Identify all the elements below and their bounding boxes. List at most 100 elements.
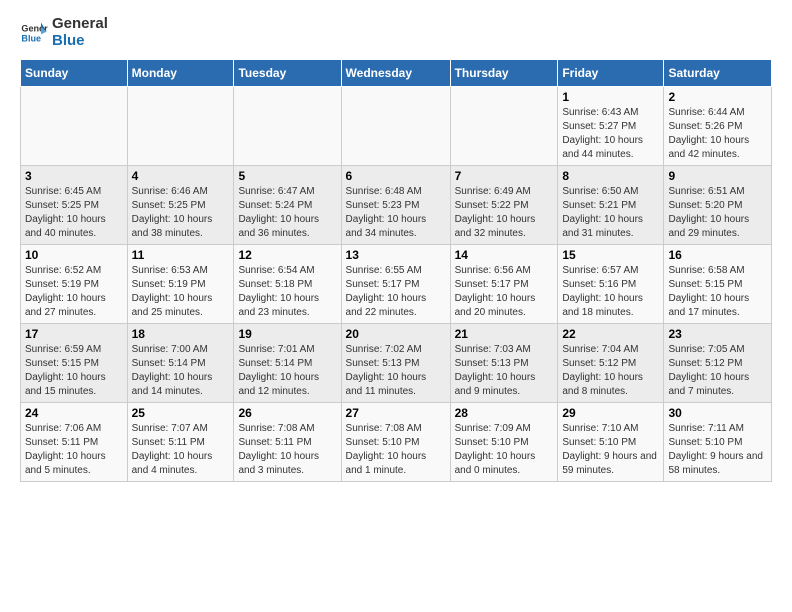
day-number: 27: [346, 406, 446, 420]
day-info: Sunrise: 6:43 AMSunset: 5:27 PMDaylight:…: [562, 106, 659, 162]
day-info: Sunrise: 6:47 AMSunset: 5:24 PMDaylight:…: [238, 185, 336, 241]
day-number: 5: [238, 169, 336, 183]
day-number: 22: [562, 327, 659, 341]
calendar-header-saturday: Saturday: [664, 60, 772, 87]
calendar-cell: 9 Sunrise: 6:51 AMSunset: 5:20 PMDaylight…: [664, 166, 772, 245]
day-info: Sunrise: 7:04 AMSunset: 5:12 PMDaylight:…: [562, 343, 659, 399]
day-number: 18: [132, 327, 230, 341]
calendar-cell: [450, 87, 558, 166]
day-number: 1: [562, 90, 659, 104]
day-info: Sunrise: 7:06 AMSunset: 5:11 PMDaylight:…: [25, 422, 123, 478]
day-info: Sunrise: 7:01 AMSunset: 5:14 PMDaylight:…: [238, 343, 336, 399]
svg-text:Blue: Blue: [21, 33, 41, 43]
day-info: Sunrise: 7:02 AMSunset: 5:13 PMDaylight:…: [346, 343, 446, 399]
day-info: Sunrise: 7:07 AMSunset: 5:11 PMDaylight:…: [132, 422, 230, 478]
calendar-week-row: 1 Sunrise: 6:43 AMSunset: 5:27 PMDaylight…: [21, 87, 772, 166]
day-info: Sunrise: 6:56 AMSunset: 5:17 PMDaylight:…: [455, 264, 554, 320]
calendar-week-row: 17 Sunrise: 6:59 AMSunset: 5:15 PMDayligh…: [21, 324, 772, 403]
day-number: 21: [455, 327, 554, 341]
day-number: 15: [562, 248, 659, 262]
day-info: Sunrise: 6:45 AMSunset: 5:25 PMDaylight:…: [25, 185, 123, 241]
day-info: Sunrise: 6:53 AMSunset: 5:19 PMDaylight:…: [132, 264, 230, 320]
day-number: 9: [668, 169, 767, 183]
calendar-cell: 13 Sunrise: 6:55 AMSunset: 5:17 PMDayligh…: [341, 245, 450, 324]
day-number: 26: [238, 406, 336, 420]
day-number: 2: [668, 90, 767, 104]
calendar-cell: 27 Sunrise: 7:08 AMSunset: 5:10 PMDayligh…: [341, 403, 450, 482]
day-number: 23: [668, 327, 767, 341]
calendar-cell: 18 Sunrise: 7:00 AMSunset: 5:14 PMDayligh…: [127, 324, 234, 403]
calendar-header-friday: Friday: [558, 60, 664, 87]
day-number: 24: [25, 406, 123, 420]
day-info: Sunrise: 6:55 AMSunset: 5:17 PMDaylight:…: [346, 264, 446, 320]
day-number: 17: [25, 327, 123, 341]
logo-icon: General Blue: [20, 19, 48, 47]
logo: General Blue General Blue: [20, 16, 108, 49]
day-info: Sunrise: 6:48 AMSunset: 5:23 PMDaylight:…: [346, 185, 446, 241]
calendar-cell: 1 Sunrise: 6:43 AMSunset: 5:27 PMDaylight…: [558, 87, 664, 166]
day-info: Sunrise: 6:51 AMSunset: 5:20 PMDaylight:…: [668, 185, 767, 241]
day-info: Sunrise: 7:03 AMSunset: 5:13 PMDaylight:…: [455, 343, 554, 399]
day-number: 14: [455, 248, 554, 262]
day-info: Sunrise: 6:57 AMSunset: 5:16 PMDaylight:…: [562, 264, 659, 320]
day-number: 12: [238, 248, 336, 262]
calendar-cell: 22 Sunrise: 7:04 AMSunset: 5:12 PMDayligh…: [558, 324, 664, 403]
day-number: 20: [346, 327, 446, 341]
calendar-cell: [127, 87, 234, 166]
day-info: Sunrise: 7:08 AMSunset: 5:11 PMDaylight:…: [238, 422, 336, 478]
calendar-header-row: SundayMondayTuesdayWednesdayThursdayFrid…: [21, 60, 772, 87]
calendar-cell: [21, 87, 128, 166]
calendar-cell: 29 Sunrise: 7:10 AMSunset: 5:10 PMDayligh…: [558, 403, 664, 482]
calendar-header-wednesday: Wednesday: [341, 60, 450, 87]
calendar-cell: 26 Sunrise: 7:08 AMSunset: 5:11 PMDayligh…: [234, 403, 341, 482]
calendar-cell: [341, 87, 450, 166]
calendar-cell: 6 Sunrise: 6:48 AMSunset: 5:23 PMDaylight…: [341, 166, 450, 245]
calendar-header-thursday: Thursday: [450, 60, 558, 87]
day-number: 19: [238, 327, 336, 341]
day-number: 11: [132, 248, 230, 262]
calendar-cell: 21 Sunrise: 7:03 AMSunset: 5:13 PMDayligh…: [450, 324, 558, 403]
day-info: Sunrise: 7:09 AMSunset: 5:10 PMDaylight:…: [455, 422, 554, 478]
day-info: Sunrise: 7:08 AMSunset: 5:10 PMDaylight:…: [346, 422, 446, 478]
day-number: 8: [562, 169, 659, 183]
calendar-cell: 4 Sunrise: 6:46 AMSunset: 5:25 PMDaylight…: [127, 166, 234, 245]
day-info: Sunrise: 6:44 AMSunset: 5:26 PMDaylight:…: [668, 106, 767, 162]
day-number: 13: [346, 248, 446, 262]
day-number: 10: [25, 248, 123, 262]
calendar-cell: 3 Sunrise: 6:45 AMSunset: 5:25 PMDaylight…: [21, 166, 128, 245]
day-info: Sunrise: 7:10 AMSunset: 5:10 PMDaylight:…: [562, 422, 659, 478]
logo-blue-text: Blue: [52, 32, 85, 49]
calendar-cell: 28 Sunrise: 7:09 AMSunset: 5:10 PMDayligh…: [450, 403, 558, 482]
calendar-week-row: 3 Sunrise: 6:45 AMSunset: 5:25 PMDaylight…: [21, 166, 772, 245]
day-info: Sunrise: 6:59 AMSunset: 5:15 PMDaylight:…: [25, 343, 123, 399]
day-number: 25: [132, 406, 230, 420]
day-number: 4: [132, 169, 230, 183]
day-info: Sunrise: 6:50 AMSunset: 5:21 PMDaylight:…: [562, 185, 659, 241]
day-info: Sunrise: 6:54 AMSunset: 5:18 PMDaylight:…: [238, 264, 336, 320]
day-number: 7: [455, 169, 554, 183]
calendar-cell: 16 Sunrise: 6:58 AMSunset: 5:15 PMDayligh…: [664, 245, 772, 324]
logo-general-text: General: [52, 15, 108, 32]
day-info: Sunrise: 7:00 AMSunset: 5:14 PMDaylight:…: [132, 343, 230, 399]
day-number: 3: [25, 169, 123, 183]
day-info: Sunrise: 6:58 AMSunset: 5:15 PMDaylight:…: [668, 264, 767, 320]
day-info: Sunrise: 7:05 AMSunset: 5:12 PMDaylight:…: [668, 343, 767, 399]
day-info: Sunrise: 6:46 AMSunset: 5:25 PMDaylight:…: [132, 185, 230, 241]
calendar-cell: 11 Sunrise: 6:53 AMSunset: 5:19 PMDayligh…: [127, 245, 234, 324]
calendar-cell: 14 Sunrise: 6:56 AMSunset: 5:17 PMDayligh…: [450, 245, 558, 324]
day-info: Sunrise: 6:52 AMSunset: 5:19 PMDaylight:…: [25, 264, 123, 320]
calendar-cell: 8 Sunrise: 6:50 AMSunset: 5:21 PMDaylight…: [558, 166, 664, 245]
day-number: 6: [346, 169, 446, 183]
calendar-cell: [234, 87, 341, 166]
calendar-header-tuesday: Tuesday: [234, 60, 341, 87]
calendar-cell: 2 Sunrise: 6:44 AMSunset: 5:26 PMDaylight…: [664, 87, 772, 166]
day-number: 28: [455, 406, 554, 420]
calendar-week-row: 10 Sunrise: 6:52 AMSunset: 5:19 PMDayligh…: [21, 245, 772, 324]
day-number: 29: [562, 406, 659, 420]
calendar-cell: 24 Sunrise: 7:06 AMSunset: 5:11 PMDayligh…: [21, 403, 128, 482]
calendar-cell: 5 Sunrise: 6:47 AMSunset: 5:24 PMDaylight…: [234, 166, 341, 245]
calendar-cell: 25 Sunrise: 7:07 AMSunset: 5:11 PMDayligh…: [127, 403, 234, 482]
day-number: 16: [668, 248, 767, 262]
day-info: Sunrise: 6:49 AMSunset: 5:22 PMDaylight:…: [455, 185, 554, 241]
day-number: 30: [668, 406, 767, 420]
